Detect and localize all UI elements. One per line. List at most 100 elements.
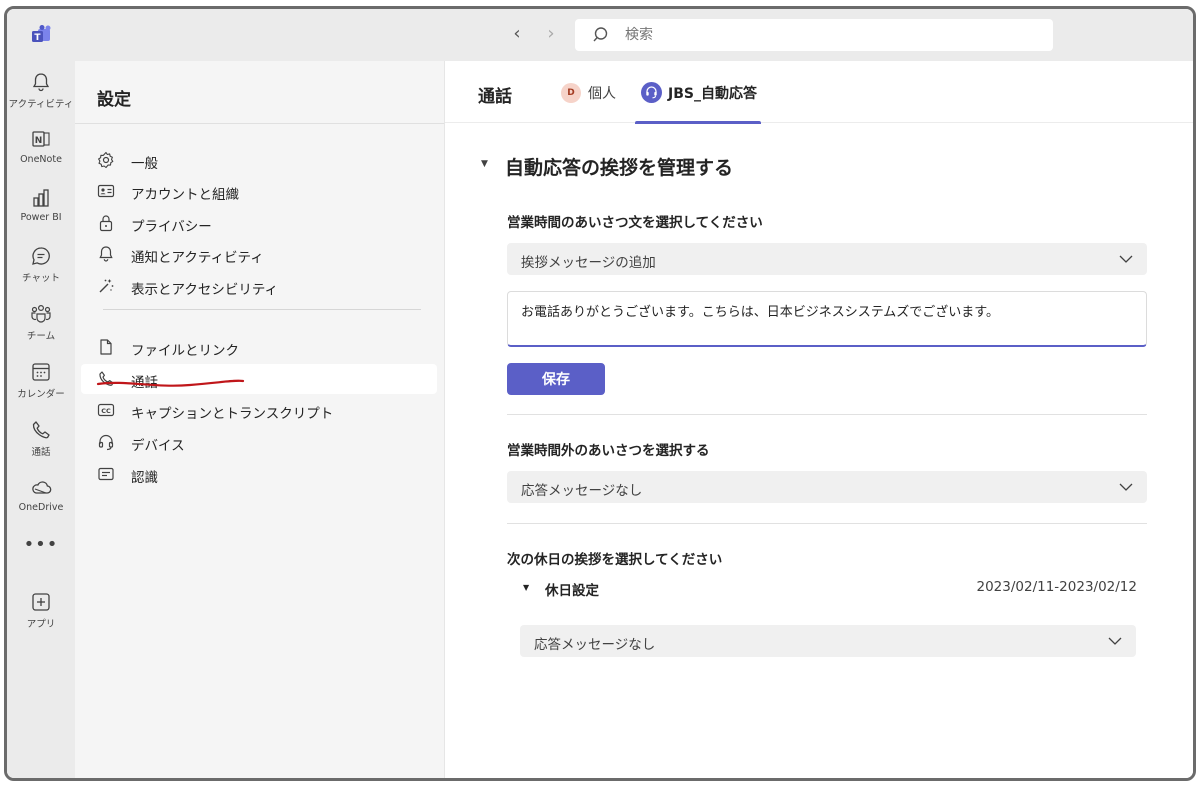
lock-icon	[99, 215, 113, 232]
rail-item-onenote[interactable]: N OneNote	[7, 129, 75, 165]
bell-icon	[32, 73, 50, 92]
rail-label: カレンダー	[17, 389, 65, 400]
back-arrow-icon[interactable]: ‹	[507, 24, 527, 44]
business-hours-greeting-select[interactable]: 挨拶メッセージの追加	[507, 243, 1147, 275]
tab-personal[interactable]: D 個人	[557, 61, 623, 123]
rail-label: 通話	[31, 447, 51, 458]
settings-item-captions[interactable]: CC キャプションとトランスクリプト	[81, 395, 437, 425]
dropdown-value: 応答メッセージなし	[534, 637, 656, 653]
magic-wand-icon	[99, 279, 114, 293]
main-content: 通話 D 個人 JBS_自動応答 ▼ 自動応答の挨拶を管理する 営業時間のあいさ…	[444, 61, 1193, 778]
rail-label: Power BI	[20, 212, 62, 223]
holiday-label: 次の休日の挨拶を選択してください	[507, 552, 723, 568]
greeting-message-input[interactable]: お電話ありがとうございます。こちらは、日本ビジネスシステムズでございます。	[507, 291, 1147, 347]
chat-icon	[32, 247, 50, 265]
rail-label: アクティビティ	[8, 99, 74, 110]
settings-item-account[interactable]: アカウントと組織	[81, 176, 437, 206]
settings-panel: 設定 一般 アカウントと組織 プライバシー 通知とアクティビティ 表示とアクセシ…	[75, 61, 444, 778]
headset-icon	[98, 434, 114, 451]
settings-item-files[interactable]: ファイルとリンク	[81, 332, 437, 362]
rail-label: OneNote	[20, 154, 62, 165]
settings-item-label: アカウントと組織	[131, 187, 239, 203]
svg-text:CC: CC	[101, 407, 111, 415]
settings-item-label: デバイス	[131, 438, 185, 454]
cloud-icon	[32, 481, 52, 494]
rail-item-chat[interactable]: チャット	[7, 245, 75, 284]
page-title: 通話	[478, 87, 512, 107]
settings-item-display[interactable]: 表示とアクセシビリティ	[81, 271, 437, 301]
search-input[interactable]	[625, 19, 1025, 51]
settings-item-label: ファイルとリンク	[131, 343, 239, 359]
save-button[interactable]: 保存	[507, 363, 605, 395]
holiday-setting-toggle[interactable]: ▼ 休日設定 2023/02/11-2023/02/12	[523, 579, 1137, 599]
auto-attendant-icon	[641, 82, 662, 103]
tab-selected-indicator	[635, 121, 761, 124]
tab-auto-attendant[interactable]: JBS_自動応答	[635, 61, 761, 124]
forward-arrow-icon[interactable]: ›	[541, 24, 561, 44]
tab-label: 個人	[588, 86, 616, 102]
bell-icon	[99, 246, 113, 262]
divider	[75, 123, 444, 124]
settings-title: 設定	[97, 90, 131, 110]
rail-label: アプリ	[26, 619, 56, 630]
settings-item-privacy[interactable]: プライバシー	[81, 208, 437, 238]
settings-item-label: プライバシー	[131, 219, 212, 235]
rail-item-calendar[interactable]: カレンダー	[7, 361, 75, 400]
rail-label: チーム	[26, 331, 56, 342]
teams-icon	[31, 304, 51, 323]
holiday-setting-label: 休日設定	[545, 583, 599, 599]
gear-icon	[98, 151, 114, 169]
main-header: 通話 D 個人 JBS_自動応答	[445, 61, 1193, 124]
settings-item-devices[interactable]: デバイス	[81, 427, 437, 457]
text-doc-icon	[98, 467, 114, 481]
app-window: T ‹ › アクティビティ N OneNote Power BI チャット	[4, 6, 1196, 781]
rail-item-teams[interactable]: チーム	[7, 303, 75, 342]
app-rail: アクティビティ N OneNote Power BI チャット チーム カレンダ…	[7, 61, 75, 778]
avatar: D	[561, 83, 581, 103]
dropdown-value: 応答メッセージなし	[521, 483, 643, 499]
chevron-down-icon	[1119, 255, 1133, 263]
add-app-icon	[32, 593, 50, 611]
holiday-date-range: 2023/02/11-2023/02/12	[976, 579, 1138, 595]
rail-item-apps[interactable]: アプリ	[7, 591, 75, 630]
caret-down-icon: ▼	[523, 583, 530, 592]
cc-icon: CC	[97, 403, 115, 417]
divider	[507, 523, 1147, 524]
business-hours-label: 営業時間のあいさつ文を選択してください	[507, 215, 763, 231]
search-icon	[593, 27, 608, 42]
svg-text:T: T	[34, 33, 41, 43]
rail-label: チャット	[22, 273, 60, 284]
settings-item-label: 一般	[131, 156, 158, 172]
rail-item-calls[interactable]: 通話	[7, 419, 75, 458]
file-icon	[100, 339, 112, 355]
svg-text:N: N	[35, 136, 43, 146]
settings-item-label: 認識	[131, 470, 158, 486]
divider	[103, 309, 421, 310]
holiday-greeting-select[interactable]: 応答メッセージなし	[520, 625, 1136, 657]
rail-item-onedrive[interactable]: OneDrive	[7, 477, 75, 513]
settings-item-general[interactable]: 一般	[81, 145, 437, 175]
rail-label: OneDrive	[18, 502, 64, 513]
calendar-icon	[32, 363, 50, 381]
chevron-down-icon	[1119, 483, 1133, 491]
onenote-icon: N	[32, 131, 50, 147]
settings-item-label: キャプションとトランスクリプト	[131, 406, 334, 422]
after-hours-label: 営業時間外のあいさつを選択する	[507, 443, 710, 459]
tab-label: JBS_自動応答	[668, 86, 757, 102]
rail-item-activity[interactable]: アクティビティ	[7, 71, 75, 110]
settings-item-label: 通知とアクティビティ	[131, 250, 264, 266]
dropdown-value: 挨拶メッセージの追加	[521, 255, 656, 271]
phone-icon	[32, 421, 50, 439]
section-title: 自動応答の挨拶を管理する	[505, 157, 734, 179]
settings-item-label: 表示とアクセシビリティ	[131, 282, 279, 298]
caret-down-icon: ▼	[481, 159, 488, 169]
settings-item-recognition[interactable]: 認識	[81, 459, 437, 489]
after-hours-greeting-select[interactable]: 応答メッセージなし	[507, 471, 1147, 503]
rail-item-powerbi[interactable]: Power BI	[7, 187, 75, 223]
red-annotation-underline	[96, 379, 245, 387]
chevron-down-icon	[1108, 637, 1122, 645]
search-box[interactable]	[575, 19, 1053, 51]
divider	[507, 414, 1147, 415]
more-apps-icon[interactable]: •••	[7, 534, 75, 555]
settings-item-notifications[interactable]: 通知とアクティビティ	[81, 239, 437, 269]
